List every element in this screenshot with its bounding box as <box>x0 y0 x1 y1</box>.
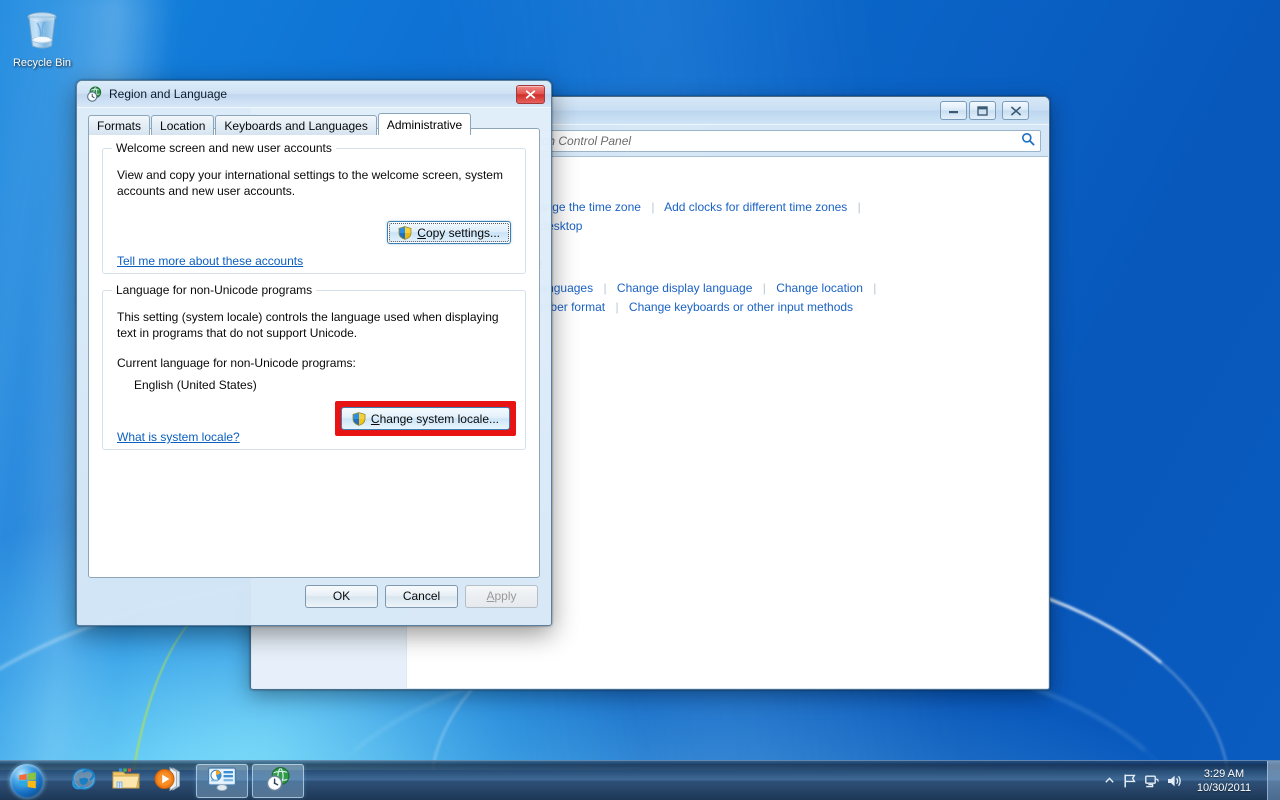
accesskey-letter: C <box>417 225 426 240</box>
network-icon[interactable] <box>1141 761 1163 800</box>
link-add-clocks[interactable]: Add clocks for different time zones <box>664 200 847 214</box>
tab-formats[interactable]: Formats <box>88 115 151 135</box>
quick-launch-area: e <box>64 763 188 799</box>
link-change-keyboards[interactable]: Change keyboards or other input methods <box>629 300 853 314</box>
media-player-icon <box>154 766 182 795</box>
internet-explorer-icon: e <box>70 765 98 796</box>
group-welcome-screen: Welcome screen and new user accounts Vie… <box>102 141 526 274</box>
start-button[interactable] <box>2 762 52 800</box>
chevron-up-icon <box>1104 777 1114 783</box>
clock-date: 10/30/2011 <box>1196 781 1252 794</box>
action-center-flag-icon[interactable] <box>1119 761 1141 800</box>
taskbar-windows-explorer[interactable] <box>106 763 146 799</box>
recycle-bin-icon <box>18 6 66 54</box>
group-title: Welcome screen and new user accounts <box>112 141 336 155</box>
clock[interactable]: 3:29 AM 10/30/2011 <box>1185 761 1263 800</box>
dialog-close-button[interactable] <box>516 84 545 104</box>
taskbar-media-player[interactable] <box>148 763 188 799</box>
dialog-title: Region and Language <box>109 87 228 101</box>
current-language-label: Current language for non-Unicode program… <box>117 356 356 370</box>
link-separator: | <box>651 200 655 214</box>
link-separator: | <box>857 200 861 214</box>
folder-icon <box>111 766 141 795</box>
close-button[interactable] <box>1002 101 1029 120</box>
close-icon <box>1010 105 1021 116</box>
cancel-button[interactable]: Cancel <box>385 584 458 608</box>
tab-keyboards-and-languages[interactable]: Keyboards and Languages <box>215 115 377 135</box>
accesskey-letter: C <box>370 411 380 426</box>
welcome-description: View and copy your international setting… <box>117 168 503 198</box>
link-separator: | <box>762 281 766 295</box>
dialog-footer: OK Cancel Apply <box>77 579 551 625</box>
link-tell-me-more-about-accounts[interactable]: Tell me more about these accounts <box>117 254 303 268</box>
change-system-locale-label: Change system locale... <box>371 412 499 426</box>
dialog-titlebar[interactable]: Region and Language <box>77 81 551 108</box>
region-language-icon <box>263 766 293 795</box>
region-language-icon <box>86 86 102 102</box>
link-separator: | <box>615 300 619 314</box>
tab-administrative[interactable]: Administrative <box>377 113 472 135</box>
link-change-display-language[interactable]: Change display language <box>617 281 752 295</box>
taskbar-internet-explorer[interactable]: e <box>64 763 104 799</box>
minimize-button[interactable] <box>940 101 967 120</box>
uac-shield-icon <box>398 225 412 240</box>
tab-location[interactable]: Location <box>151 115 215 135</box>
taskbar[interactable]: e 3:29 AM 10/30/2011 <box>0 760 1280 800</box>
taskbar-tasks <box>196 763 304 798</box>
volume-icon[interactable] <box>1163 761 1185 800</box>
taskbar-task-region-and-language[interactable] <box>252 763 304 798</box>
search-icon[interactable] <box>1021 132 1035 149</box>
minimize-icon <box>949 111 958 114</box>
copy-settings-label: Copy settings... <box>417 226 500 240</box>
group-title: Language for non-Unicode programs <box>112 283 317 297</box>
svg-text:e: e <box>80 773 87 789</box>
taskbar-task-control-panel[interactable] <box>196 763 248 798</box>
link-what-is-system-locale[interactable]: What is system locale? <box>117 430 240 444</box>
recycle-bin-label: Recycle Bin <box>12 57 72 69</box>
show-desktop-button[interactable] <box>1267 760 1280 800</box>
copy-settings-rest: opy settings... <box>425 225 500 240</box>
search-placeholder: Search Control Panel <box>517 133 632 148</box>
tab-panel-administrative: Welcome screen and new user accounts Vie… <box>88 128 540 578</box>
maximize-button[interactable] <box>969 101 996 120</box>
copy-settings-button[interactable]: Copy settings... <box>387 221 511 244</box>
ok-button[interactable]: OK <box>305 584 378 608</box>
current-language-value: English (United States) <box>134 378 257 392</box>
system-tray: 3:29 AM 10/30/2011 <box>1099 760 1280 800</box>
dialog-tabstrip[interactable]: Formats Location Keyboards and Languages… <box>88 113 551 135</box>
search-input[interactable]: Search Control Panel <box>511 129 1041 152</box>
apply-rest: pply <box>494 589 517 603</box>
group-language-non-unicode: Language for non-Unicode programs This s… <box>102 283 526 450</box>
close-icon <box>525 89 536 99</box>
uac-shield-icon <box>352 411 366 426</box>
windows-logo-icon <box>10 763 44 798</box>
maximize-icon <box>977 105 988 116</box>
change-locale-rest: hange system locale... <box>379 411 499 426</box>
clock-time: 3:29 AM <box>1203 767 1245 780</box>
desktop-icon-recycle-bin[interactable]: Recycle Bin <box>4 6 80 69</box>
change-system-locale-highlight: Change system locale... <box>334 401 516 436</box>
show-hidden-icons-button[interactable] <box>1099 777 1119 784</box>
region-and-language-dialog[interactable]: Region and Language Formats Location Key… <box>76 80 552 626</box>
change-system-locale-button[interactable]: Change system locale... <box>340 407 510 430</box>
accesskey-letter: A <box>486 589 495 603</box>
link-change-location[interactable]: Change location <box>776 281 863 295</box>
link-separator: | <box>873 281 877 295</box>
link-separator: | <box>603 281 607 295</box>
language-description: This setting (system locale) controls th… <box>117 310 499 340</box>
control-panel-icon <box>207 766 237 795</box>
apply-button: Apply <box>465 584 538 608</box>
